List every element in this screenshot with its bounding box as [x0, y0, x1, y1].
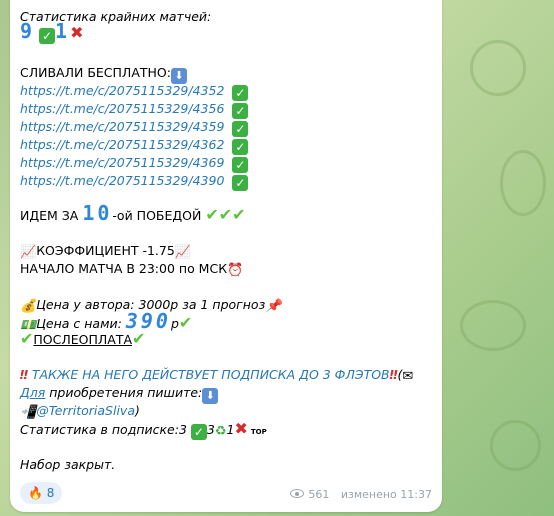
match-link[interactable]: https://t.me/c/2075115329/4362 — [20, 137, 224, 152]
subscription-note: ТАКЖЕ НА НЕГО ДЕЙСТВУЕТ ПОДПИСКА ДО 3 ФЛ… — [31, 367, 390, 382]
link-row: https://t.me/c/2075115329/4390 ✓ — [20, 172, 249, 191]
sub-stats-label: Статистика в подписке: — [20, 422, 179, 437]
buy-row: Для приобретения пишите: ⬇ — [20, 384, 219, 404]
edited-time: изменено 11:37 — [340, 488, 432, 501]
envelope-icon: ✉ — [402, 369, 414, 384]
going-suffix: -ой ПОБЕДОЙ — [112, 208, 202, 223]
coef-row: 📈КОЭФФИЦИЕНТ -1.75📈 — [20, 242, 191, 262]
background-doodle — [470, 40, 526, 96]
fire-reaction-button[interactable]: 🔥 8 — [20, 482, 63, 504]
message-bubble: Статистика крайних матчей: 9 ✓ 1✖ СЛИВАЛИ … — [10, 0, 442, 512]
background-doodle — [490, 420, 541, 471]
postpay-label: ПОСЛЕОПЛАТА — [33, 332, 133, 347]
buy-text: приобретения пишите: — [45, 385, 203, 400]
leaked-title-row: СЛИВАЛИ БЕСПЛАТНО: ⬇ — [20, 64, 187, 84]
match-link[interactable]: https://t.me/c/2075115329/4390 — [20, 173, 224, 188]
going-row: ИДЕМ ЗА 10-ой ПОБЕДОЙ ✔✔✔ — [20, 201, 246, 225]
going-number: 10 — [82, 201, 113, 225]
check-square-icon: ✓ — [232, 157, 249, 173]
tick-icon: ✔ — [178, 313, 193, 332]
going-prefix: ИДЕМ ЗА — [20, 208, 79, 223]
link-row: https://t.me/c/2075115329/4369 ✓ — [20, 154, 249, 173]
eye-icon — [290, 489, 305, 498]
check-square-icon: ✓ — [39, 28, 56, 44]
buy-link[interactable]: Для — [20, 385, 45, 400]
match-link[interactable]: https://t.me/c/2075115329/4356 — [20, 101, 224, 116]
sub-refunds: 3 — [206, 422, 215, 437]
our-price-unit: р — [170, 316, 179, 331]
background-doodle — [500, 150, 546, 216]
check-square-icon: ✓ — [232, 85, 249, 101]
check-square-icon: ✓ — [232, 103, 249, 119]
tick-icon: ✔ — [132, 329, 146, 348]
link-row: https://t.me/c/2075115329/4359 ✓ — [20, 118, 249, 137]
match-link[interactable]: https://t.me/c/2075115329/4369 — [20, 155, 224, 170]
start-time: НАЧАЛО МАТЧА В 23:00 по МСК — [20, 261, 228, 276]
subscription-row: ‼ ТАКЖЕ НА НЕГО ДЕЙСТВУЕТ ПОДПИСКА ДО 3 … — [20, 366, 413, 386]
pushpin-icon: 📌 — [265, 299, 282, 314]
check-square-icon: ✓ — [232, 121, 249, 137]
leaked-title: СЛИВАЛИ БЕСПЛАТНО: — [20, 65, 171, 80]
link-row: https://t.me/c/2075115329/4356 ✓ — [20, 100, 249, 119]
views-count: 561 — [308, 488, 330, 501]
losses-count: 1 — [55, 19, 71, 43]
contact-row: 📲@TerritoriaSliva) — [20, 402, 140, 422]
match-link[interactable]: https://t.me/c/2075115329/4352 — [20, 83, 224, 98]
match-link[interactable]: https://t.me/c/2075115329/4359 — [20, 119, 224, 134]
double-exclamation-icon: ‼ — [20, 367, 28, 382]
coefficient: КОЭФФИЦИЕНТ -1.75 — [36, 243, 175, 258]
background-doodle — [460, 300, 526, 351]
cross-icon: ✖ — [70, 23, 84, 42]
wins-count: 9 — [20, 19, 36, 43]
stats-row: 9 ✓ 1✖ — [20, 19, 84, 44]
link-row: https://t.me/c/2075115329/4352 ✓ — [20, 82, 249, 101]
check-square-icon: ✓ — [190, 424, 207, 440]
sub-wins: 3 — [178, 422, 187, 437]
check-square-icon: ✓ — [232, 175, 249, 191]
top-label: TOP — [250, 428, 267, 436]
down-arrow-icon: ⬇ — [202, 388, 219, 404]
tick-icon: ✔ — [20, 329, 34, 348]
contact-link[interactable]: @TerritoriaSliva — [36, 403, 135, 418]
alarm-clock-icon: ⏰ — [227, 263, 244, 278]
recycle-icon: ♻ — [214, 424, 227, 439]
link-row: https://t.me/c/2075115329/4362 ✓ — [20, 136, 249, 155]
message-meta: 561 изменено 11:37 — [290, 488, 432, 501]
our-price-label: Цена с нами: — [36, 316, 122, 331]
tick-icon: ✔✔✔ — [205, 205, 246, 224]
closed-note: Набор закрыт. — [20, 457, 116, 472]
postpay-row: ✔ПОСЛЕОПЛАТА✔ — [20, 330, 145, 349]
fire-icon: 🔥 — [28, 486, 43, 500]
start-row: НАЧАЛО МАТЧА В 23:00 по МСК⏰ — [20, 260, 243, 280]
close-paren: ) — [134, 403, 140, 418]
reaction-count: 8 — [46, 486, 55, 500]
cross-icon: ✖ — [234, 419, 248, 438]
check-square-icon: ✓ — [232, 139, 249, 155]
sub-stats-row: Статистика в подписке:3 ✓ 3♻1✖ TOP — [20, 420, 267, 441]
